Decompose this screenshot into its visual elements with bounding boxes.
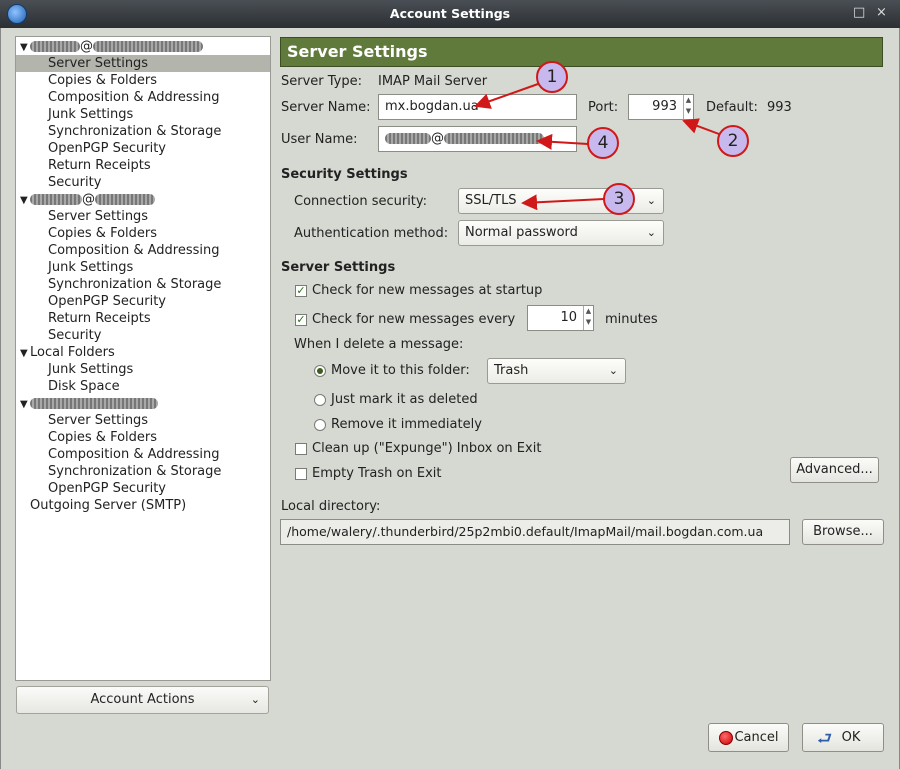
redacted-text [30,41,80,52]
auth-method-label: Authentication method: [294,226,449,241]
tree-item-security[interactable]: Security [16,327,270,344]
tree-item-copies-folders[interactable]: Copies & Folders [16,225,270,242]
chevron-down-icon: ⌄ [646,194,656,207]
remove-immediately-radio[interactable] [314,419,326,431]
redacted-text [93,41,203,52]
default-port-value: 993 [767,100,792,115]
move-to-folder-label[interactable]: Move it to this folder: [331,363,470,378]
check-startup-checkbox[interactable]: ✓ [295,285,307,297]
check-startup-label[interactable]: Check for new messages at startup [312,283,542,298]
chevron-down-icon: ⌄ [608,364,618,377]
account-local-folders[interactable]: ▼ Local Folders [16,344,270,361]
tree-item-disk-space[interactable]: Disk Space [16,378,270,395]
move-to-folder-radio[interactable] [314,365,326,377]
window-title: Account Settings [389,6,511,21]
check-every-checkbox[interactable]: ✓ [295,314,307,326]
auth-method-select[interactable]: Normal password ⌄ [458,220,664,246]
connection-security-label: Connection security: [294,194,428,209]
callout-1: 1 [536,61,568,93]
redacted-text [385,133,431,144]
server-type-label: Server Type: [281,74,363,89]
maximize-icon[interactable]: □ [853,5,865,20]
tree-item-return-receipts[interactable]: Return Receipts [16,310,270,327]
tree-item-sync-storage[interactable]: Synchronization & Storage [16,276,270,293]
account-4[interactable]: ▼ [16,395,270,412]
tree-item-copies-folders[interactable]: Copies & Folders [16,72,270,89]
dialog-body: ▼ @ Server Settings Copies & Folders Comp… [0,28,900,769]
arrow-2 [682,118,720,135]
tree-item-composition[interactable]: Composition & Addressing [16,446,270,463]
ok-button[interactable]: ⮐ OK [802,723,884,752]
tree-item-junk-settings[interactable]: Junk Settings [16,259,270,276]
minutes-spinner[interactable]: ▲ ▼ [583,306,593,330]
default-port-label: Default: [706,100,758,115]
callout-2: 2 [717,125,749,157]
empty-trash-checkbox[interactable] [295,468,307,480]
tree-item-composition[interactable]: Composition & Addressing [16,89,270,106]
server-settings-heading: Server Settings [281,260,396,275]
account-2[interactable]: ▼ @ [16,191,270,208]
advanced-button[interactable]: Advanced... [790,457,879,483]
cleanup-checkbox[interactable] [295,443,307,455]
tree-item-junk-settings[interactable]: Junk Settings [16,361,270,378]
port-spinner[interactable]: ▲ ▼ [683,95,693,119]
just-mark-label[interactable]: Just mark it as deleted [331,392,478,407]
redacted-text [30,194,82,205]
tree-item-security[interactable]: Security [16,174,270,191]
redacted-text [444,133,544,144]
redacted-text [30,398,158,409]
just-mark-radio[interactable] [314,394,326,406]
server-type-value: IMAP Mail Server [378,74,488,89]
cancel-icon [719,731,733,745]
local-directory-label: Local directory: [281,499,381,514]
title-bar: Account Settings □ × [0,0,900,28]
tree-item-copies-folders[interactable]: Copies & Folders [16,429,270,446]
cancel-button[interactable]: Cancel [708,723,789,752]
check-every-label[interactable]: Check for new messages every [312,312,515,327]
server-name-label: Server Name: [281,100,371,115]
local-directory-field[interactable]: /home/walery/.thunderbird/25p2mbi0.defau… [280,519,790,545]
trash-folder-select[interactable]: Trash ⌄ [487,358,626,384]
tree-item-sync-storage[interactable]: Synchronization & Storage [16,123,270,140]
tree-item-server-settings[interactable]: Server Settings [16,208,270,225]
security-settings-heading: Security Settings [281,167,408,182]
chevron-down-icon: ⌄ [646,226,656,239]
callout-3: 3 [603,183,635,215]
minutes-label: minutes [605,312,658,327]
tree-item-server-settings[interactable]: Server Settings [16,55,270,72]
close-icon[interactable]: × [876,5,887,20]
callout-4: 4 [587,127,619,159]
remove-immediately-label[interactable]: Remove it immediately [331,417,482,432]
cleanup-label[interactable]: Clean up ("Expunge") Inbox on Exit [312,441,541,456]
account-tree[interactable]: ▼ @ Server Settings Copies & Folders Comp… [15,36,271,681]
tree-item-return-receipts[interactable]: Return Receipts [16,157,270,174]
empty-trash-label[interactable]: Empty Trash on Exit [312,466,441,481]
delete-message-label: When I delete a message: [294,337,464,352]
port-label: Port: [588,100,619,115]
tree-item-outgoing-server[interactable]: Outgoing Server (SMTP) [16,497,270,514]
user-name-input[interactable]: @ [378,126,577,152]
enter-arrow-icon: ⮐ [817,729,833,749]
expand-triangle-icon[interactable]: ▼ [20,39,30,56]
account-actions-button[interactable]: Account Actions ⌄ [16,686,269,714]
tree-item-openpgp[interactable]: OpenPGP Security [16,480,270,497]
page-title: Server Settings [280,37,883,67]
chevron-down-icon: ⌄ [250,693,260,706]
browse-button[interactable]: Browse... [802,519,884,545]
redacted-text [95,194,155,205]
expand-triangle-icon[interactable]: ▼ [20,192,30,209]
expand-triangle-icon[interactable]: ▼ [20,345,30,362]
server-name-input[interactable]: mx.bogdan.ua [378,94,577,120]
tree-item-junk-settings[interactable]: Junk Settings [16,106,270,123]
expand-triangle-icon[interactable]: ▼ [20,396,30,413]
tree-item-openpgp[interactable]: OpenPGP Security [16,293,270,310]
account-1[interactable]: ▼ @ [16,38,270,55]
user-name-label: User Name: [281,132,358,147]
tree-item-server-settings[interactable]: Server Settings [16,412,270,429]
tree-item-openpgp[interactable]: OpenPGP Security [16,140,270,157]
tree-item-sync-storage[interactable]: Synchronization & Storage [16,463,270,480]
tree-item-composition[interactable]: Composition & Addressing [16,242,270,259]
